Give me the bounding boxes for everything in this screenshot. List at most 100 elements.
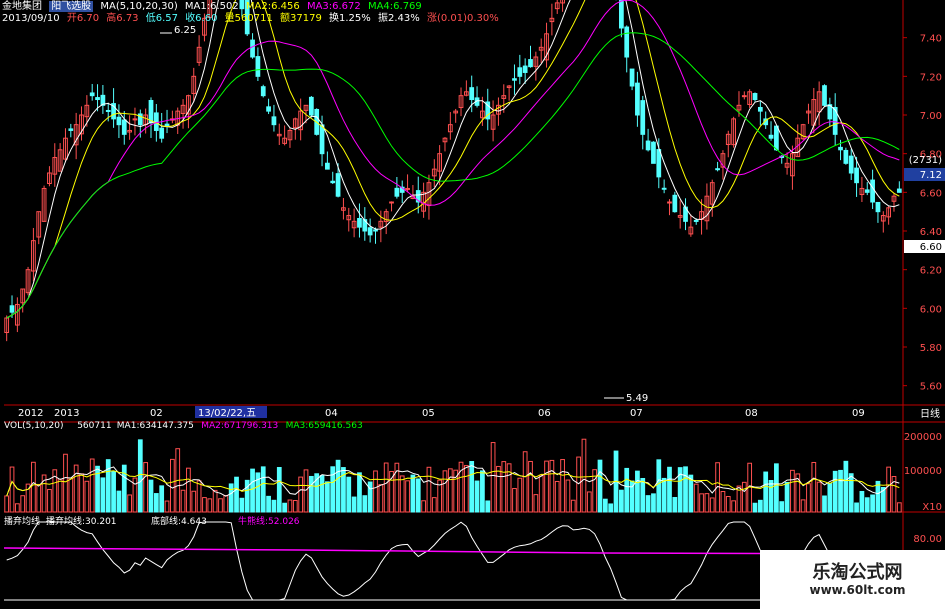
volume-bar: [576, 456, 581, 513]
candle-body: [266, 106, 271, 112]
volume-bar: [741, 481, 747, 513]
candle-body: [656, 149, 662, 178]
volume-bar: [357, 472, 362, 513]
bar-date: 2013/09/10: [2, 13, 60, 24]
volume-tick-1: 100000: [904, 466, 942, 477]
volume-bar: [196, 480, 202, 513]
indicator-tick: 80.00: [913, 534, 942, 545]
volume-bar: [164, 500, 170, 513]
volume-value: 量560711: [224, 13, 273, 24]
x-axis-label-3: 04: [325, 408, 338, 419]
volume-header-1: 560711: [77, 421, 111, 431]
volume-bar: [480, 470, 485, 513]
indicator-header-1: 播弃均线:30.201: [46, 515, 117, 527]
right-badge-1: (2731): [909, 155, 942, 166]
volume-bar: [148, 479, 154, 513]
volume-bar: [875, 480, 881, 513]
volume-bar: [68, 477, 74, 513]
candle-body: [822, 85, 827, 106]
volume-bar: [319, 475, 325, 513]
volume-bar: [373, 470, 378, 513]
volume-bar: [709, 497, 715, 513]
volume-bar: [619, 489, 624, 513]
volume-bar: [84, 480, 90, 513]
x-axis-label-2: 02: [150, 408, 163, 419]
stock-chart[interactable]: 7.407.207.006.806.606.406.206.005.805.60…: [0, 0, 945, 609]
volume-bar: [811, 461, 817, 513]
volume-bar: [116, 490, 122, 513]
volume-bar: [474, 480, 480, 513]
volume-bar: [14, 503, 20, 513]
volume-bar: [47, 488, 52, 513]
volume-bar: [816, 481, 822, 513]
candle-body: [528, 59, 533, 68]
candle-body: [517, 67, 523, 77]
price-tick-label-9: 5.60: [920, 382, 942, 393]
turnover-value: 换1.25%: [329, 13, 371, 24]
volume-bar: [4, 495, 10, 513]
ma-params: MA(5,10,20,30): [100, 1, 178, 12]
volume-bar: [635, 470, 640, 513]
volume-bar: [864, 497, 870, 513]
volume-bar: [36, 483, 42, 513]
volume-bar: [859, 490, 865, 513]
volume-bar: [506, 463, 512, 513]
volume-bar: [362, 495, 368, 513]
volume-bar: [383, 462, 389, 513]
volume-bar: [180, 489, 186, 513]
candle-body: [838, 146, 843, 151]
stock-name[interactable]: 金地集团: [2, 1, 42, 12]
volume-bar: [73, 464, 79, 513]
candle-body: [153, 112, 159, 131]
x-axis-label-6: 07: [630, 408, 643, 419]
candle-body: [121, 119, 127, 135]
volume-bar: [896, 502, 902, 513]
indicator-button[interactable]: 阳飞选股: [49, 1, 94, 12]
volume-bar: [410, 474, 416, 513]
volume-bar: [838, 469, 843, 513]
volume-bar: [645, 495, 651, 513]
volume-bar: [720, 491, 726, 513]
volume-bar: [153, 493, 159, 513]
volume-bar: [431, 497, 437, 513]
volume-bar: [298, 476, 304, 513]
candle-body: [896, 188, 902, 193]
indicator-header-3: 牛熊线:52.026: [238, 515, 300, 527]
x-axis-label-5: 06: [538, 408, 551, 419]
volume-bar: [223, 495, 229, 513]
candle-body: [640, 100, 646, 135]
current-price-label: 6.60: [920, 242, 942, 253]
volume-bar: [170, 458, 175, 513]
volume-bar: [186, 467, 191, 513]
right-badge-2: 7.12: [920, 170, 942, 181]
candle-body: [89, 92, 95, 97]
volume-bar: [544, 460, 549, 513]
volume-bar: [212, 489, 218, 513]
volume-bar: [517, 477, 523, 513]
price-tick-label-7: 6.00: [920, 304, 942, 315]
volume-bar: [159, 485, 165, 513]
volume-bar: [667, 466, 672, 513]
volume-bar: [191, 490, 197, 513]
volume-bar: [774, 463, 779, 513]
candle-body: [870, 179, 875, 203]
candle-body: [394, 187, 400, 197]
volume-bar: [105, 459, 111, 513]
x-axis-label-8: 09: [852, 408, 865, 419]
candle-body: [308, 96, 314, 116]
candle-body: [757, 106, 763, 112]
close-value: 收6.60: [185, 13, 218, 24]
volume-bar: [672, 497, 678, 513]
volume-header-4: MA3:659416.563: [286, 421, 363, 431]
volume-bar: [699, 493, 704, 513]
candle-body: [159, 127, 165, 139]
candle-body: [768, 134, 774, 139]
volume-bar: [234, 476, 239, 513]
volume-bar: [463, 465, 469, 513]
volume-bar: [63, 453, 68, 513]
volume-header-0: VOL(5,10,20): [4, 421, 63, 431]
candle-body: [667, 201, 672, 204]
candle-body: [848, 155, 854, 174]
candle-body: [319, 124, 325, 155]
candle-body: [624, 26, 630, 58]
